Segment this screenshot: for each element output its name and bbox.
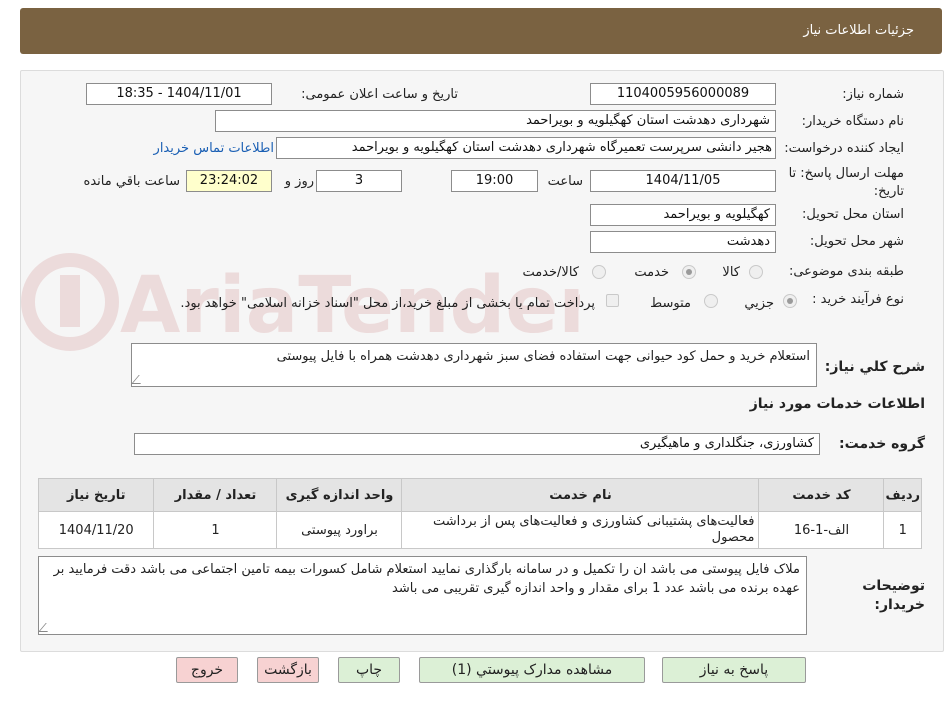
creator-field: هجیر دانشی سرپرست تعمیرگاه شهرداری دهدشت… <box>276 137 776 159</box>
cell-row-number: 1 <box>883 511 922 549</box>
announce-label: تاریخ و ساعت اعلان عمومی: <box>301 87 458 102</box>
city-label: شهر محل تحویل: <box>809 234 904 249</box>
col-header-unit: واحد اندازه گیری <box>276 478 403 512</box>
col-header-row-number: ردیف <box>883 478 922 512</box>
back-button[interactable]: بازگشت <box>257 657 319 683</box>
deadline-date-field: 1404/11/05 <box>590 170 776 192</box>
process-label: نوع فرآیند خرید : <box>812 292 904 307</box>
category-radio-goods-service[interactable] <box>592 265 606 279</box>
col-header-quantity: تعداد / مقدار <box>153 478 278 512</box>
province-label: استان محل تحویل: <box>802 207 904 222</box>
table-header-row: ردیف کد خدمت نام خدمت واحد اندازه گیری ت… <box>37 478 922 512</box>
reply-button[interactable]: پاسخ به نیاز <box>662 657 806 683</box>
category-radio-service[interactable] <box>682 265 696 279</box>
col-header-service-code: کد خدمت <box>758 478 885 512</box>
process-option-medium: متوسط <box>650 296 691 311</box>
deadline-label-date: تاریخ: <box>873 184 904 199</box>
summary-textarea[interactable]: استعلام خرید و حمل کود حیوانی جهت استفاد… <box>131 343 817 387</box>
buyer-org-label: نام دستگاه خریدار: <box>801 114 904 129</box>
buyer-org-field: شهرداری دهدشت استان کهگیلویه و بویراحمد <box>215 110 776 132</box>
resize-grip-icon[interactable] <box>131 375 148 384</box>
cell-need-date: 1404/11/20 <box>37 511 155 549</box>
province-field: کهگیلویه و بویراحمد <box>590 204 776 226</box>
category-radio-goods[interactable] <box>749 265 763 279</box>
page-title: جزئیات اطلاعات نیاز <box>803 23 914 38</box>
need-number-field: 1104005956000089 <box>590 83 776 105</box>
treasury-payment-checkbox[interactable] <box>606 294 619 307</box>
page-header: جزئیات اطلاعات نیاز <box>20 8 942 54</box>
buyer-notes-text: ملاک فایل پیوستی می باشد ان را تکمیل و د… <box>53 562 800 596</box>
summary-text: استعلام خرید و حمل کود حیوانی جهت استفاد… <box>276 349 810 364</box>
resize-grip-icon[interactable] <box>38 623 55 632</box>
cell-service-name: فعالیت‌های پشتیبانی کشاورزی و فعالیت‌های… <box>401 511 760 549</box>
buyer-notes-label: توضیحات <box>862 578 925 594</box>
deadline-label: مهلت ارسال پاسخ: تا <box>788 166 904 181</box>
creator-label: ایجاد کننده درخواست: <box>784 141 904 156</box>
announce-field: 1404/11/01 - 18:35 <box>86 83 272 105</box>
col-header-need-date: تاریخ نیاز <box>37 478 155 512</box>
cell-unit: براورد پیوستی <box>276 511 403 549</box>
table-row: 1 الف-1-16 فعالیت‌های پشتیبانی کشاورزی و… <box>37 511 922 549</box>
buyer-contact-link[interactable]: اطلاعات تماس خریدار <box>154 141 274 156</box>
process-option-minor: جزیي <box>744 296 774 311</box>
category-option-goods: کالا <box>722 265 740 280</box>
city-field: دهدشت <box>590 231 776 253</box>
services-section-title: اطلاعات خدمات مورد نیاز <box>749 396 925 412</box>
category-label: طبقه بندی موضوعی: <box>788 264 904 279</box>
view-attachments-button[interactable]: مشاهده مدارک پیوستي (1) <box>419 657 645 683</box>
summary-label: شرح کلي نیاز: <box>824 359 925 375</box>
col-header-service-name: نام خدمت <box>401 478 760 512</box>
category-option-service: خدمت <box>634 265 669 280</box>
days-label: روز و <box>284 174 314 189</box>
process-radio-minor[interactable] <box>783 294 797 308</box>
remaining-label: ساعت باقي مانده <box>83 174 180 189</box>
services-table: ردیف کد خدمت نام خدمت واحد اندازه گیری ت… <box>37 478 922 549</box>
days-field: 3 <box>316 170 402 192</box>
remaining-time-field: 23:24:02 <box>186 170 272 192</box>
category-option-goods-service: کالا/خدمت <box>522 265 579 280</box>
service-group-field: کشاورزی، جنگلداری و ماهیگیری <box>134 433 820 455</box>
print-button[interactable]: چاپ <box>338 657 400 683</box>
cell-quantity: 1 <box>153 511 278 549</box>
payment-note: پرداخت تمام یا بخشی از مبلغ خرید،از محل … <box>180 296 595 311</box>
cell-service-code: الف-1-16 <box>758 511 885 549</box>
process-radio-medium[interactable] <box>704 294 718 308</box>
buyer-notes-label-2: خریدار: <box>874 597 925 613</box>
need-number-label: شماره نیاز: <box>842 87 904 102</box>
service-group-label: گروه خدمت: <box>839 436 925 452</box>
time-label: ساعت <box>547 174 583 189</box>
buyer-notes-textarea[interactable]: ملاک فایل پیوستی می باشد ان را تکمیل و د… <box>38 556 807 635</box>
exit-button[interactable]: خروج <box>176 657 238 683</box>
deadline-time-field: 19:00 <box>451 170 538 192</box>
